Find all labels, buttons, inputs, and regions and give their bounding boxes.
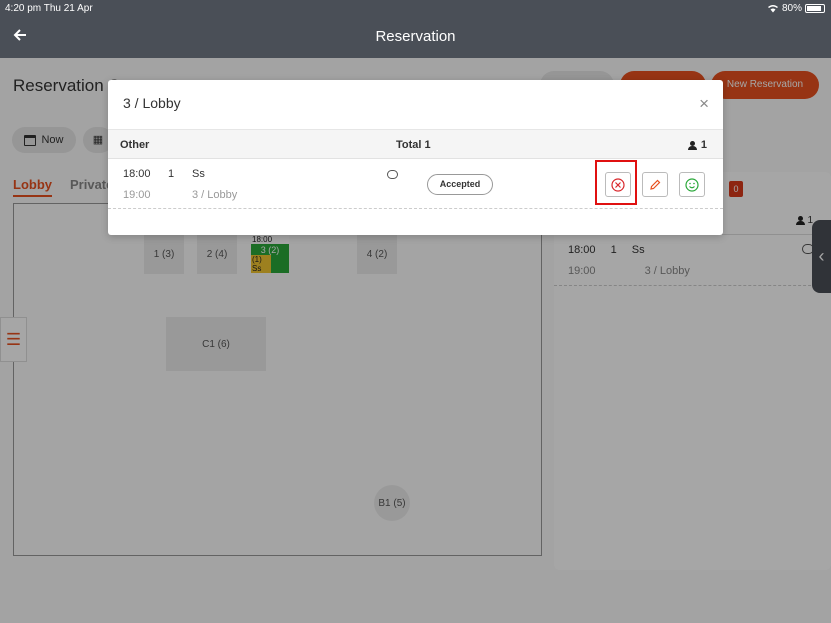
seat-guest-button[interactable] (679, 172, 705, 197)
chat-bubble-icon[interactable] (387, 170, 398, 179)
nav-bar: Reservation (0, 17, 831, 58)
table-reservations-modal: 3 / Lobby × Other Total 1 1 18:00 1 Ss 1… (108, 80, 723, 235)
modal-title: 3 / Lobby (123, 95, 181, 111)
reservation-party-size: 1 (168, 168, 175, 180)
battery-icon (805, 4, 825, 13)
header-guest-count: 1 (687, 139, 707, 151)
status-time: 4:20 pm Thu 21 Apr (5, 3, 93, 14)
reservation-table: 3 / Lobby (192, 189, 238, 201)
reservation-end-time: 19:00 (123, 189, 151, 201)
page-title: Reservation (375, 28, 456, 45)
wifi-icon (767, 5, 778, 13)
status-right: 80% (767, 3, 825, 14)
reservation-time: 18:00 (123, 168, 151, 180)
reservation-name: Ss (192, 168, 205, 180)
status-bar: 4:20 pm Thu 21 Apr 80% (0, 0, 831, 17)
modal-header-row: Other Total 1 1 (108, 129, 723, 159)
edit-reservation-button[interactable] (642, 172, 668, 197)
status-badge: Accepted (427, 174, 493, 195)
pencil-icon (650, 179, 661, 190)
close-icon[interactable]: × (699, 94, 709, 114)
highlight-box (595, 160, 637, 205)
battery-percent: 80% (781, 3, 802, 14)
header-other: Other (120, 139, 150, 151)
header-total: Total 1 (396, 139, 431, 151)
person-icon (687, 140, 697, 150)
smiley-icon (685, 177, 699, 192)
